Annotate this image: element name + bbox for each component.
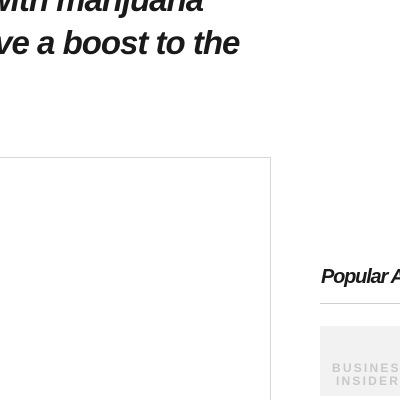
business-insider-logo: BUSINESS INSIDER bbox=[332, 362, 400, 388]
article-headline: with marijuana ive a boost to the bbox=[0, 0, 400, 64]
popular-articles-heading: Popular Ar bbox=[321, 266, 400, 288]
logo-line-2: INSIDER bbox=[336, 374, 400, 388]
popular-article-thumbnail[interactable]: BUSINESS INSIDER bbox=[320, 326, 400, 396]
sidebar-divider bbox=[320, 303, 400, 304]
article-media-box bbox=[0, 157, 271, 400]
headline-line-2: ive a boost to the bbox=[0, 24, 240, 61]
headline-line-1: with marijuana bbox=[0, 0, 400, 21]
